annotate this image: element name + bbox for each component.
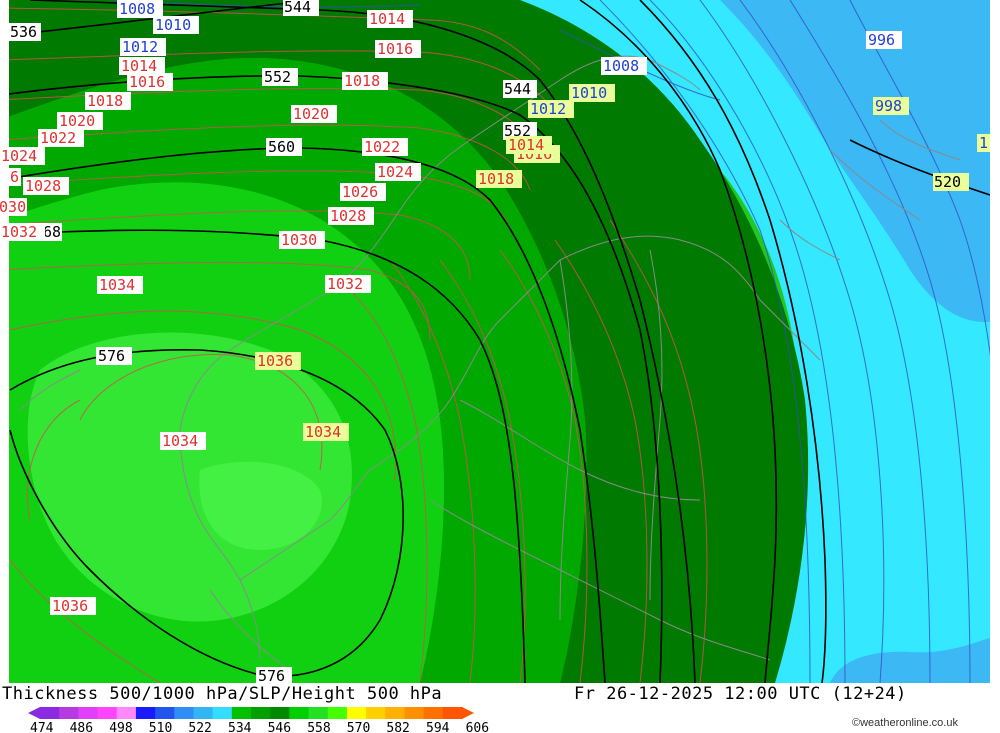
pressure-label: 998 <box>875 97 902 115</box>
pressure-label: 1018 <box>478 170 514 188</box>
pressure-label: 1024 <box>377 163 413 181</box>
pressure-label: 1012 <box>530 100 566 118</box>
legend-swatch <box>346 707 367 719</box>
legend-swatch <box>366 707 386 719</box>
legend-swatch <box>135 707 156 719</box>
legend-swatch <box>423 707 444 719</box>
pressure-label: 1016 <box>129 73 165 91</box>
thickness-label: 560 <box>268 138 295 156</box>
pressure-label: 1018 <box>87 92 123 110</box>
legend-swatch <box>40 707 60 719</box>
legend-tick-label: 534 <box>228 721 252 733</box>
legend-swatch <box>327 707 348 719</box>
pressure-label: 1028 <box>330 207 366 225</box>
pressure-label: 1030 <box>281 231 317 249</box>
pressure-label: 1008 <box>603 57 639 75</box>
legend-tick-label: 510 <box>149 721 172 733</box>
pressure-label: 1026 <box>342 183 378 201</box>
legend-swatch <box>59 707 79 719</box>
legend-swatch <box>231 707 252 719</box>
pressure-label: 1028 <box>25 177 61 195</box>
thickness-label: 576 <box>258 667 285 685</box>
pressure-label: 1034 <box>162 432 198 450</box>
pressure-label: 1010 <box>571 84 607 102</box>
thickness-label: 520 <box>934 173 961 191</box>
legend-tick-label: 558 <box>307 721 330 733</box>
pressure-label: 1034 <box>305 423 341 441</box>
legend-color-bar <box>28 707 474 719</box>
pressure-label: 1022 <box>40 129 76 147</box>
legend-swatch <box>116 707 137 719</box>
valid-time: Fr 26-12-2025 12:00 UTC (12+24) <box>574 684 907 704</box>
copyright: ©weatheronline.co.uk <box>852 717 958 729</box>
legend-swatch <box>442 707 463 719</box>
legend-swatch <box>193 707 214 719</box>
pressure-label: 1014 <box>508 136 544 154</box>
legend-swatch <box>404 707 425 719</box>
legend-tick-label: 594 <box>426 721 450 733</box>
legend-tick-label: 474 <box>30 721 54 733</box>
legend-swatch <box>289 707 310 719</box>
legend-tick-label: 582 <box>386 721 409 733</box>
pressure-label: 1030 <box>0 198 26 216</box>
legend-tick-label: 486 <box>70 721 93 733</box>
legend-swatch <box>97 707 118 719</box>
legend-ticks: 474 486 498 510 522 534 546 558 570 582 594 606 <box>30 721 489 733</box>
pressure-label: 1032 <box>327 275 363 293</box>
pressure-label: 1034 <box>99 276 135 294</box>
pressure-label: 1010 <box>155 16 191 34</box>
legend-arrow-right <box>462 707 474 719</box>
thickness-label: 536 <box>10 23 37 41</box>
legend-swatch <box>212 707 233 719</box>
legend-swatch <box>78 707 99 719</box>
pressure-label: 1016 <box>377 40 413 58</box>
legend-tick-label: 498 <box>109 721 132 733</box>
pressure-label: 1020 <box>293 105 329 123</box>
pressure-label: 1024 <box>1 147 37 165</box>
legend-swatch <box>251 707 271 719</box>
pressure-label: 1022 <box>364 138 400 156</box>
pressure-label: 1018 <box>344 72 380 90</box>
legend-tick-label: 606 <box>466 721 489 733</box>
pressure-label: 1 <box>979 134 988 152</box>
legend-swatch <box>174 707 194 719</box>
legend-swatch <box>270 707 290 719</box>
pressure-label: 1036 <box>257 352 293 370</box>
legend-swatch <box>385 707 405 719</box>
legend-tick-label: 522 <box>188 721 211 733</box>
thickness-label: 552 <box>264 68 291 86</box>
legend-tick-label: 546 <box>268 721 291 733</box>
legend-tick-label: 570 <box>347 721 370 733</box>
pressure-label: 1008 <box>119 0 155 18</box>
legend-swatch <box>155 707 175 719</box>
pressure-label: 6 <box>10 168 19 186</box>
legend-arrow-left <box>28 707 40 719</box>
pressure-label: 996 <box>868 31 895 49</box>
thickness-label: 544 <box>504 80 531 98</box>
pressure-label: 1020 <box>59 112 95 130</box>
pressure-label: 1014 <box>369 10 405 28</box>
thickness-label: 576 <box>98 347 125 365</box>
pressure-label: 1036 <box>52 597 88 615</box>
pressure-label: 1032 <box>1 223 37 241</box>
thickness-label: 544 <box>284 0 311 16</box>
legend-swatch <box>308 707 329 719</box>
weather-map: 536 544 552 544 552 560 568 576 576 520 … <box>0 0 990 733</box>
map-title: Thickness 500/1000 hPa/SLP/Height 500 hP… <box>2 684 443 704</box>
pressure-label: 1012 <box>122 38 158 56</box>
